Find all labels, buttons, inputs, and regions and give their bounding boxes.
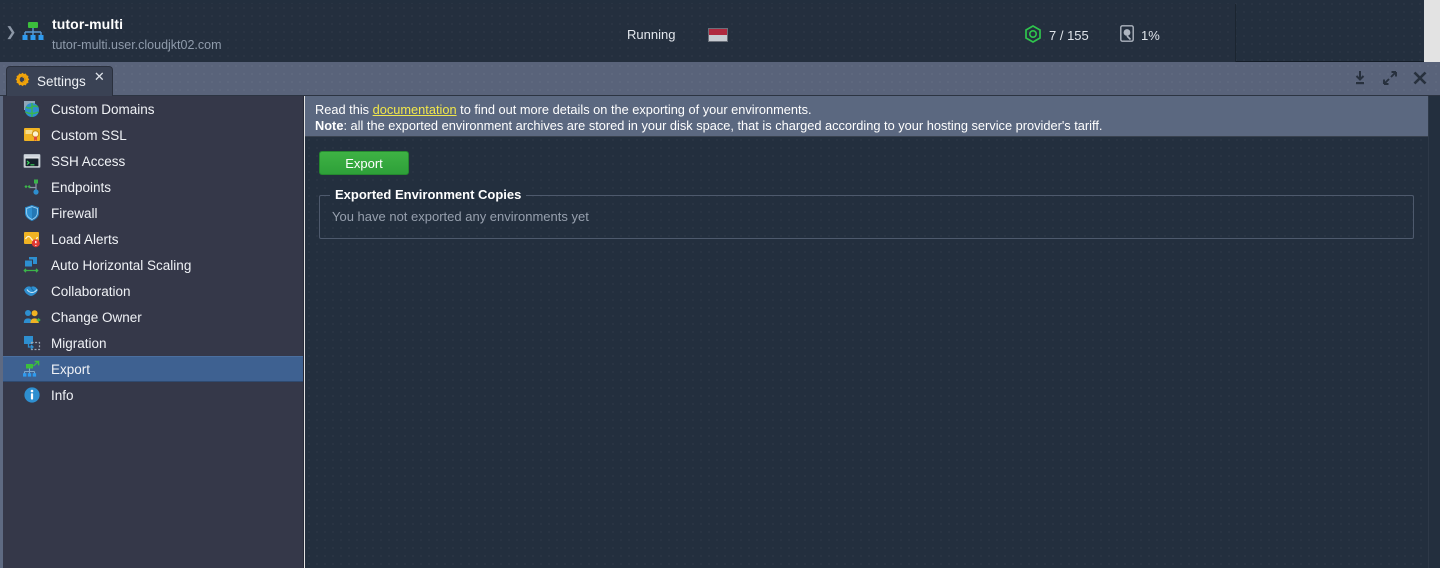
info-icon xyxy=(23,386,41,404)
cloudlets-stat[interactable]: 7 / 155 xyxy=(1024,25,1089,46)
chevron-right-icon[interactable]: ❯ xyxy=(4,24,18,40)
export-icon xyxy=(23,360,41,378)
note-text: : all the exported environment archives … xyxy=(343,118,1103,133)
banner-line-1: Read this documentation to find out more… xyxy=(315,102,1418,118)
application-window: ❯ tutor-multi tutor-multi.user.cloudjkt0… xyxy=(0,0,1440,568)
export-button[interactable]: Export xyxy=(319,151,409,175)
banner-prefix: Read this xyxy=(315,102,373,117)
close-icon[interactable]: ✕ xyxy=(94,70,105,83)
indonesia-flag-icon xyxy=(708,28,728,42)
horizontal-scaling-icon xyxy=(23,256,41,274)
window-controls xyxy=(1352,70,1428,86)
sidebar-item-info[interactable]: Info xyxy=(3,382,303,408)
sidebar-item-label: Auto Horizontal Scaling xyxy=(51,257,192,273)
download-icon[interactable] xyxy=(1352,70,1368,86)
sidebar-item-collaboration[interactable]: Collaboration xyxy=(3,278,303,304)
settings-sidebar: Custom Domains Custom SSL SSH Access End… xyxy=(0,96,304,568)
migration-icon xyxy=(23,334,41,352)
banner-line-2: Note: all the exported environment archi… xyxy=(315,118,1418,134)
sidebar-item-label: SSH Access xyxy=(51,153,126,169)
shield-icon xyxy=(23,204,41,222)
tab-bar: Settings ✕ xyxy=(0,62,1440,96)
close-icon[interactable] xyxy=(1412,70,1428,86)
sidebar-item-label: Migration xyxy=(51,335,107,351)
sidebar-item-auto-horizontal-scaling[interactable]: Auto Horizontal Scaling xyxy=(3,252,303,278)
banner-suffix: to find out more details on the exportin… xyxy=(456,102,812,117)
disk-drive-icon xyxy=(1120,25,1134,45)
sidebar-item-label: Custom SSL xyxy=(51,127,127,143)
panel-right-edge xyxy=(1428,96,1440,568)
cloudlets-value: 7 / 155 xyxy=(1049,28,1089,43)
certificate-icon xyxy=(23,126,41,144)
environment-header: ❯ tutor-multi tutor-multi.user.cloudjkt0… xyxy=(0,0,1424,62)
disk-stat[interactable]: 1% xyxy=(1120,25,1160,45)
sidebar-item-firewall[interactable]: Firewall xyxy=(3,200,303,226)
globe-icon xyxy=(23,100,41,118)
sidebar-item-endpoints[interactable]: Endpoints xyxy=(3,174,303,200)
sidebar-item-label: Info xyxy=(51,387,74,403)
endpoints-icon xyxy=(23,178,41,196)
sidebar-item-custom-domains[interactable]: Custom Domains xyxy=(3,96,303,122)
sidebar-item-label: Load Alerts xyxy=(51,231,119,247)
sidebar-item-custom-ssl[interactable]: Custom SSL xyxy=(3,122,303,148)
sidebar-item-ssh-access[interactable]: SSH Access xyxy=(3,148,303,174)
environment-status: Running xyxy=(627,27,676,42)
sidebar-item-label: Collaboration xyxy=(51,283,131,299)
info-banner: Read this documentation to find out more… xyxy=(305,96,1428,137)
sidebar-item-label: Firewall xyxy=(51,205,98,221)
sidebar-item-change-owner[interactable]: Change Owner xyxy=(3,304,303,330)
tab-settings-label: Settings xyxy=(37,74,86,89)
export-panel: Read this documentation to find out more… xyxy=(305,96,1440,568)
handshake-icon xyxy=(23,282,41,300)
environment-title: tutor-multi xyxy=(52,16,124,32)
documentation-link[interactable]: documentation xyxy=(373,102,457,117)
exported-copies-legend: Exported Environment Copies xyxy=(330,187,527,202)
sidebar-item-label: Export xyxy=(51,361,91,377)
note-label: Note xyxy=(315,118,344,133)
sidebar-item-label: Change Owner xyxy=(51,309,142,325)
expand-icon[interactable] xyxy=(1382,70,1398,86)
settings-gear-icon xyxy=(15,72,30,92)
terminal-icon xyxy=(23,152,41,170)
right-edge-strip xyxy=(1424,0,1440,62)
exported-copies-fieldset: Exported Environment Copies You have not… xyxy=(319,187,1414,239)
sidebar-item-export[interactable]: Export xyxy=(3,356,303,382)
load-alerts-icon xyxy=(23,230,41,248)
environment-topology-icon xyxy=(22,21,44,41)
sidebar-item-label: Custom Domains xyxy=(51,101,155,117)
cloudlet-hexagon-icon xyxy=(1024,25,1042,46)
tab-settings[interactable]: Settings ✕ xyxy=(6,66,113,96)
change-owner-icon xyxy=(23,308,41,326)
disk-usage-value: 1% xyxy=(1141,27,1160,43)
environment-domain[interactable]: tutor-multi.user.cloudjkt02.com xyxy=(52,38,222,52)
exported-copies-empty-message: You have not exported any environments y… xyxy=(332,209,589,224)
sidebar-item-migration[interactable]: Migration xyxy=(3,330,303,356)
sidebar-item-label: Endpoints xyxy=(51,179,112,195)
sidebar-item-load-alerts[interactable]: Load Alerts xyxy=(3,226,303,252)
